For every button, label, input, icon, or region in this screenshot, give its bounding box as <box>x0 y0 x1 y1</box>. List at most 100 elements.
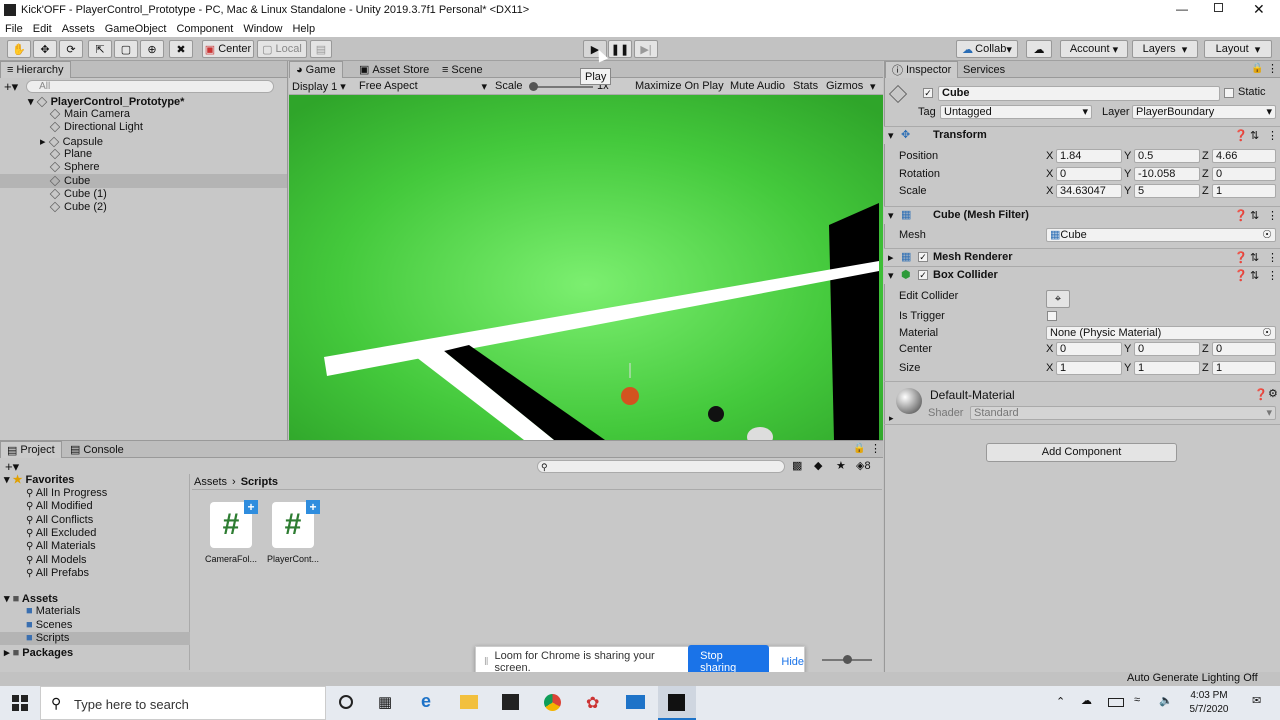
favorite-item[interactable]: ⚲ All Materials <box>26 540 96 552</box>
help-icon[interactable]: ❓ <box>1234 129 1248 142</box>
drag-handle-icon[interactable]: ‖ <box>484 656 489 668</box>
display-dropdown[interactable]: Display 1 ▾ <box>292 80 346 93</box>
icon-size-slider-thumb[interactable] <box>843 655 852 664</box>
scale-tool-icon[interactable]: ⇱ <box>88 40 112 58</box>
collider-material-field[interactable]: None (Physic Material) ☉ <box>1046 326 1276 340</box>
script-file-camera[interactable]: # + CameraFol... <box>202 500 260 568</box>
preset-icon[interactable]: ⇅ <box>1250 251 1259 264</box>
icon-size-slider[interactable] <box>822 655 872 664</box>
expand-material-icon[interactable]: ▸ <box>889 413 894 424</box>
store-icon[interactable] <box>502 694 519 710</box>
hierarchy-item-cube-2[interactable]: Cube (2) <box>49 201 107 214</box>
scene-root[interactable]: ▾ PlayerControl_Prototype* <box>28 95 184 108</box>
layout-dropdown[interactable]: Layout ▾ <box>1204 40 1272 58</box>
hierarchy-item-cube[interactable]: Cube <box>49 175 90 188</box>
mail-icon[interactable] <box>626 695 645 709</box>
cloud-button[interactable]: ☁ <box>1026 40 1052 58</box>
tab-hierarchy[interactable]: ≡ Hierarchy <box>0 61 71 78</box>
maximize-on-play-toggle[interactable]: Maximize On Play <box>635 80 724 92</box>
rotation-y-input[interactable]: -10.058 <box>1134 167 1200 181</box>
help-icon[interactable]: ❓ <box>1234 251 1248 264</box>
menu-file[interactable]: File <box>5 23 23 35</box>
hierarchy-item-sphere[interactable]: Sphere <box>49 161 99 174</box>
component-menu-icon[interactable]: ⋮ <box>1267 209 1278 222</box>
favorite-item[interactable]: ⚲ All Modified <box>26 500 93 512</box>
component-menu-icon[interactable]: ⋮ <box>1267 129 1278 142</box>
menu-edit[interactable]: Edit <box>33 23 52 35</box>
favorite-item[interactable]: ⚲ All Prefabs <box>26 567 89 579</box>
object-name-input[interactable]: Cube <box>938 86 1220 101</box>
close-icon[interactable]: ✕ <box>1253 1 1265 18</box>
help-icon[interactable]: ❓ <box>1234 209 1248 222</box>
scale-slider[interactable] <box>529 82 593 91</box>
hidden-packages-icon[interactable]: ◈8 <box>856 459 871 472</box>
pivot-local-button[interactable]: ▢ Local <box>257 40 307 58</box>
mute-audio-toggle[interactable]: Mute Audio <box>730 80 785 92</box>
transform-header[interactable]: ▾ ✥ Transform ❓ ⇅ ⋮ <box>884 126 1280 144</box>
size-x-input[interactable]: 1 <box>1056 361 1122 375</box>
maximize-icon[interactable] <box>1214 3 1223 12</box>
hierarchy-item-main-camera[interactable]: Main Camera <box>49 108 130 121</box>
favorite-item[interactable]: ⚲ All Models <box>26 554 87 566</box>
preset-icon[interactable]: ⇅ <box>1250 129 1259 142</box>
position-z-input[interactable]: 4.66 <box>1212 149 1276 163</box>
create-button[interactable]: +▾ <box>4 79 18 95</box>
scale-y-input[interactable]: 5 <box>1134 184 1200 198</box>
box-collider-header[interactable]: ▾ ⬢ ✓ Box Collider ❓ ⇅ ⋮ <box>884 266 1280 284</box>
volume-icon[interactable]: 🔈 <box>1159 694 1173 707</box>
scale-x-input[interactable]: 34.63047 <box>1056 184 1122 198</box>
tab-game[interactable]: ◕ Game <box>289 61 343 78</box>
stats-toggle[interactable]: Stats <box>793 80 818 92</box>
favorite-item[interactable]: ⚲ All Conflicts <box>26 514 93 526</box>
assets-header[interactable]: ▾ ■ Assets <box>4 592 58 605</box>
panel-menu-icon[interactable]: ⋮ <box>870 442 881 455</box>
gizmos-dropdown[interactable]: ▾ <box>870 80 876 93</box>
cortana-icon[interactable] <box>339 695 353 709</box>
breadcrumb-assets[interactable]: Assets <box>194 476 227 488</box>
aspect-dropdown[interactable]: Free Aspect ▾ <box>359 80 487 93</box>
object-picker-icon[interactable]: ☉ <box>1262 229 1272 241</box>
snap-icon[interactable]: ▤ <box>310 40 332 58</box>
lock-icon[interactable]: 🔒 <box>1251 63 1263 74</box>
pause-button[interactable]: ❚❚ <box>608 40 632 58</box>
position-y-input[interactable]: 0.5 <box>1134 149 1200 163</box>
gizmos-toggle[interactable]: Gizmos <box>826 80 863 92</box>
tag-dropdown[interactable]: Untagged ▾ <box>940 105 1092 119</box>
filter-label-icon[interactable]: ◆ <box>814 459 822 472</box>
tab-project[interactable]: ▤ Project <box>0 441 62 458</box>
mesh-renderer-checkbox[interactable]: ✓ <box>918 252 928 262</box>
center-y-input[interactable]: 0 <box>1134 342 1200 356</box>
scale-z-input[interactable]: 1 <box>1212 184 1276 198</box>
account-dropdown[interactable]: Account ▾ <box>1060 40 1128 58</box>
size-y-input[interactable]: 1 <box>1134 361 1200 375</box>
menu-component[interactable]: Component <box>176 23 233 35</box>
mesh-renderer-header[interactable]: ▸ ▦ ✓ Mesh Renderer ❓ ⇅ ⋮ <box>884 248 1280 266</box>
filter-type-icon[interactable]: ▩ <box>792 459 802 472</box>
menu-gameobject[interactable]: GameObject <box>105 23 167 35</box>
tray-overflow-icon[interactable]: ⌃ <box>1056 695 1065 708</box>
minimize-icon[interactable]: — <box>1176 2 1188 16</box>
pivot-center-button[interactable]: ▣ Center <box>202 40 254 58</box>
onedrive-icon[interactable]: ☁ <box>1081 694 1092 707</box>
hierarchy-item-plane[interactable]: Plane <box>49 148 92 161</box>
wifi-icon[interactable]: ≈ <box>1134 694 1140 706</box>
edit-collider-button[interactable]: ⌖ <box>1046 290 1070 308</box>
static-checkbox[interactable] <box>1224 88 1234 98</box>
help-icon[interactable]: ❓ <box>1254 388 1268 401</box>
rotate-tool-icon[interactable]: ⟳ <box>59 40 83 58</box>
lock-icon[interactable]: 🔒 <box>853 443 865 454</box>
box-collider-checkbox[interactable]: ✓ <box>918 270 928 280</box>
menu-help[interactable]: Help <box>292 23 315 35</box>
preset-icon[interactable]: ⇅ <box>1250 269 1259 282</box>
favorite-item[interactable]: ⚲ All In Progress <box>26 487 107 499</box>
tab-services[interactable]: Services <box>957 61 1011 78</box>
menu-window[interactable]: Window <box>243 23 282 35</box>
unity-taskbar-icon[interactable] <box>658 686 696 720</box>
preset-icon[interactable]: ⇅ <box>1250 209 1259 222</box>
hierarchy-item-cube-1[interactable]: Cube (1) <box>49 188 107 201</box>
paint3d-icon[interactable]: ✿ <box>586 693 599 713</box>
task-view-icon[interactable]: ▦ <box>378 693 392 711</box>
favorite-item[interactable]: ⚲ All Excluded <box>26 527 96 539</box>
hierarchy-item-capsule[interactable]: ▸ Capsule <box>40 135 103 148</box>
favorites-header[interactable]: ▾ ★ Favorites <box>4 473 74 486</box>
